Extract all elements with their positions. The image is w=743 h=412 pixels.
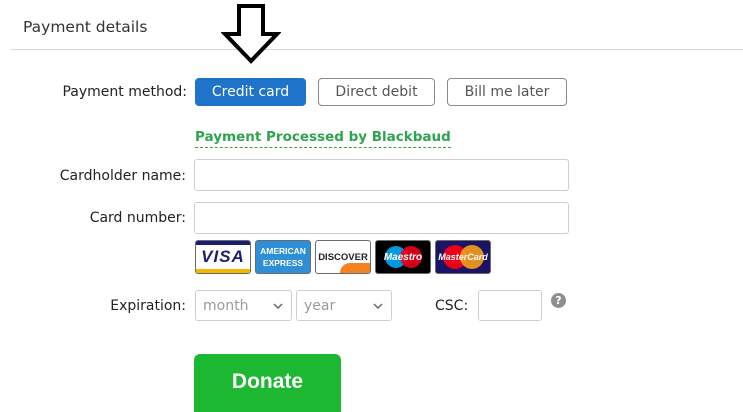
down-arrow-icon [221,4,281,64]
discover-logo: DISCOVER [315,240,371,274]
card-number-label: Card number: [89,210,186,226]
cardholder-name-label: Cardholder name: [59,168,186,184]
direct-debit-button[interactable]: Direct debit [318,78,435,106]
visa-top-stripe [196,241,250,245]
donate-button[interactable]: Donate [194,354,341,412]
processed-by-link[interactable]: Payment Processed by Blackbaud [195,129,451,148]
section-title: Payment details [23,18,148,36]
cardholder-name-input[interactable] [194,159,569,191]
expiration-label: Expiration: [110,298,186,314]
amex-logo-line2: EXPRESS [262,257,304,268]
discover-orange-swoosh [340,263,370,273]
month-select-value: month [203,297,249,314]
bill-me-later-button[interactable]: Bill me later [447,78,567,106]
visa-logo: VISA [195,240,251,274]
csc-label: CSC: [435,298,469,314]
discover-logo-text: DISCOVER [318,251,368,263]
visa-logo-text: VISA [201,247,245,266]
maestro-logo-text: Maestro [383,251,423,263]
maestro-logo: Maestro [375,240,431,274]
visa-bottom-stripe [196,269,250,273]
amex-logo-line1: AMERICAN [260,245,306,256]
mastercard-logo: MasterCard [435,240,491,274]
mastercard-logo-text: MasterCard [438,252,488,262]
payment-method-label: Payment method: [62,84,187,100]
chevron-down-icon [373,303,383,310]
section-divider [10,49,743,50]
card-number-input[interactable] [194,202,569,234]
help-icon[interactable]: ? [551,293,566,308]
csc-input[interactable] [478,290,542,321]
amex-logo: AMERICAN EXPRESS [255,240,311,274]
expiration-month-select[interactable]: month [195,290,292,321]
year-select-value: year [304,297,336,314]
credit-card-button[interactable]: Credit card [195,78,306,106]
chevron-down-icon [273,303,283,310]
expiration-year-select[interactable]: year [296,290,392,321]
